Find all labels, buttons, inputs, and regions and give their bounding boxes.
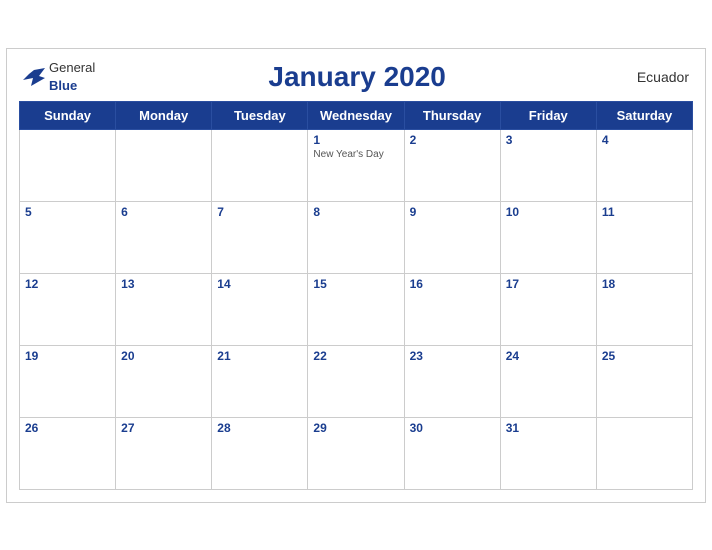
day-number: 13 bbox=[121, 277, 206, 291]
calendar-cell: 14 bbox=[212, 273, 308, 345]
day-number: 19 bbox=[25, 349, 110, 363]
day-number: 28 bbox=[217, 421, 302, 435]
calendar-cell: 16 bbox=[404, 273, 500, 345]
weekday-header-tuesday: Tuesday bbox=[212, 101, 308, 129]
day-number: 30 bbox=[410, 421, 495, 435]
day-number: 5 bbox=[25, 205, 110, 219]
day-number: 29 bbox=[313, 421, 398, 435]
calendar-wrapper: General Blue January 2020 Ecuador Sunday… bbox=[6, 48, 706, 503]
calendar-cell: 9 bbox=[404, 201, 500, 273]
calendar-cell: 17 bbox=[500, 273, 596, 345]
day-number: 11 bbox=[602, 205, 687, 219]
calendar-cell: 30 bbox=[404, 417, 500, 489]
calendar-cell: 21 bbox=[212, 345, 308, 417]
day-number: 23 bbox=[410, 349, 495, 363]
day-number: 10 bbox=[506, 205, 591, 219]
weekday-header-wednesday: Wednesday bbox=[308, 101, 404, 129]
calendar-cell: 15 bbox=[308, 273, 404, 345]
day-number: 7 bbox=[217, 205, 302, 219]
logo-bird-icon bbox=[23, 68, 45, 86]
weekday-header-friday: Friday bbox=[500, 101, 596, 129]
day-number: 6 bbox=[121, 205, 206, 219]
calendar-cell: 6 bbox=[116, 201, 212, 273]
calendar-cell: 26 bbox=[20, 417, 116, 489]
calendar-cell bbox=[212, 129, 308, 201]
day-number: 18 bbox=[602, 277, 687, 291]
calendar-header: General Blue January 2020 Ecuador bbox=[19, 59, 693, 95]
weekday-header-saturday: Saturday bbox=[596, 101, 692, 129]
calendar-cell: 28 bbox=[212, 417, 308, 489]
country-name: Ecuador bbox=[619, 69, 689, 85]
day-number: 8 bbox=[313, 205, 398, 219]
calendar-cell: 27 bbox=[116, 417, 212, 489]
holiday-name: New Year's Day bbox=[313, 149, 398, 160]
day-number: 15 bbox=[313, 277, 398, 291]
calendar-cell bbox=[20, 129, 116, 201]
day-number: 14 bbox=[217, 277, 302, 291]
calendar-cell: 10 bbox=[500, 201, 596, 273]
week-row-3: 12 13 14 15 16 17 18 bbox=[20, 273, 693, 345]
calendar-grid: SundayMondayTuesdayWednesdayThursdayFrid… bbox=[19, 101, 693, 490]
day-number: 4 bbox=[602, 133, 687, 147]
calendar-cell: 4 bbox=[596, 129, 692, 201]
calendar-cell bbox=[116, 129, 212, 201]
calendar-cell: 8 bbox=[308, 201, 404, 273]
day-number: 25 bbox=[602, 349, 687, 363]
calendar-cell: 20 bbox=[116, 345, 212, 417]
calendar-cell: 23 bbox=[404, 345, 500, 417]
calendar-cell: 19 bbox=[20, 345, 116, 417]
calendar-cell: 24 bbox=[500, 345, 596, 417]
day-number: 24 bbox=[506, 349, 591, 363]
week-row-1: 1 New Year's Day 234 bbox=[20, 129, 693, 201]
day-number: 9 bbox=[410, 205, 495, 219]
day-number: 1 bbox=[313, 133, 398, 147]
calendar-cell: 2 bbox=[404, 129, 500, 201]
calendar-cell: 25 bbox=[596, 345, 692, 417]
day-number: 27 bbox=[121, 421, 206, 435]
day-number: 31 bbox=[506, 421, 591, 435]
weekday-header-sunday: Sunday bbox=[20, 101, 116, 129]
calendar-cell: 5 bbox=[20, 201, 116, 273]
calendar-cell: 13 bbox=[116, 273, 212, 345]
day-number: 2 bbox=[410, 133, 495, 147]
calendar-cell: 12 bbox=[20, 273, 116, 345]
calendar-cell bbox=[596, 417, 692, 489]
week-row-5: 26 27 28 29 30 31 bbox=[20, 417, 693, 489]
day-number: 17 bbox=[506, 277, 591, 291]
calendar-cell: 7 bbox=[212, 201, 308, 273]
day-number: 26 bbox=[25, 421, 110, 435]
calendar-title: January 2020 bbox=[95, 61, 619, 93]
calendar-cell: 11 bbox=[596, 201, 692, 273]
logo-general: General bbox=[49, 60, 95, 75]
week-row-2: 56789 10 11 bbox=[20, 201, 693, 273]
day-number: 21 bbox=[217, 349, 302, 363]
day-number: 16 bbox=[410, 277, 495, 291]
logo-text: General Blue bbox=[49, 59, 95, 95]
day-number: 22 bbox=[313, 349, 398, 363]
calendar-cell: 31 bbox=[500, 417, 596, 489]
weekday-header-row: SundayMondayTuesdayWednesdayThursdayFrid… bbox=[20, 101, 693, 129]
logo-blue: Blue bbox=[49, 78, 77, 93]
logo: General Blue bbox=[23, 59, 95, 95]
calendar-cell: 18 bbox=[596, 273, 692, 345]
day-number: 20 bbox=[121, 349, 206, 363]
calendar-cell: 3 bbox=[500, 129, 596, 201]
calendar-cell: 22 bbox=[308, 345, 404, 417]
week-row-4: 19 20 21 22 23 24 25 bbox=[20, 345, 693, 417]
calendar-cell: 1 New Year's Day bbox=[308, 129, 404, 201]
weekday-header-monday: Monday bbox=[116, 101, 212, 129]
calendar-cell: 29 bbox=[308, 417, 404, 489]
day-number: 3 bbox=[506, 133, 591, 147]
day-number: 12 bbox=[25, 277, 110, 291]
weekday-header-thursday: Thursday bbox=[404, 101, 500, 129]
